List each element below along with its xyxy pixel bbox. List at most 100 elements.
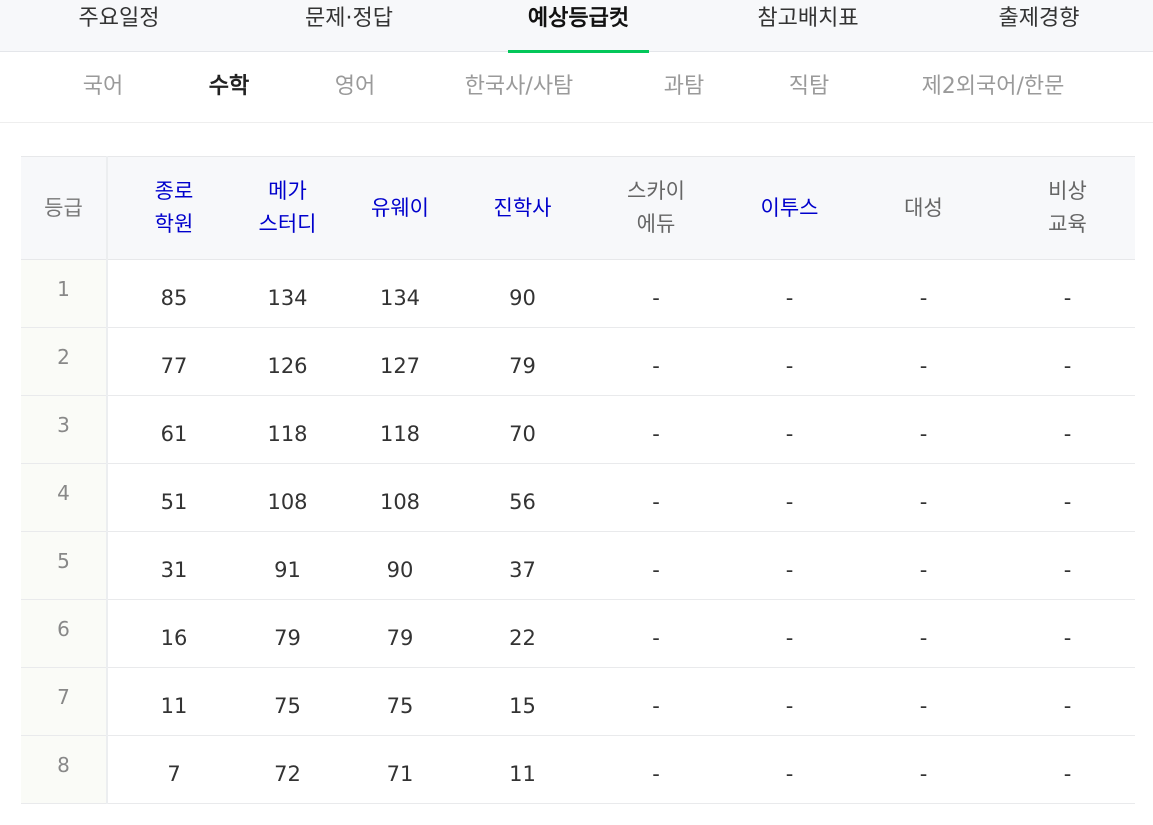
score-cell: - — [580, 259, 732, 328]
score-cell: - — [580, 735, 732, 804]
score-cell: - — [580, 667, 732, 736]
table-row: 4 51 108 108 56 - - - - — [21, 463, 1135, 532]
subject-tab-korean[interactable]: 국어 — [62, 52, 144, 122]
score-cell: 134 — [240, 259, 335, 328]
score-cell: 11 — [465, 735, 580, 804]
score-cell: - — [1000, 395, 1135, 464]
score-cell: - — [847, 259, 1000, 328]
score-cell: 79 — [240, 599, 335, 668]
score-cell: - — [847, 463, 1000, 532]
score-cell: 7 — [107, 735, 240, 804]
tab-schedule[interactable]: 주요일정 — [60, 0, 178, 52]
subject-tab-history-social[interactable]: 한국사/사탐 — [440, 52, 598, 122]
grade-cell: 8 — [21, 735, 108, 804]
grade-cell: 6 — [21, 599, 108, 668]
score-cell: 31 — [107, 531, 240, 600]
tab-exam-trends[interactable]: 출제경향 — [980, 0, 1098, 52]
provider-header-jongro[interactable]: 종로 학원 — [107, 156, 240, 260]
score-cell: - — [1000, 259, 1135, 328]
score-cell: 127 — [335, 327, 465, 396]
grade-cell: 2 — [21, 327, 108, 396]
score-cell: 85 — [107, 259, 240, 328]
score-cell: - — [580, 463, 732, 532]
score-cell: 118 — [240, 395, 335, 464]
score-cell: - — [580, 395, 732, 464]
score-cell: - — [732, 667, 847, 736]
table-row: 1 85 134 134 90 - - - - — [21, 259, 1135, 328]
grade-cut-table: 등급 종로 학원 메가 스터디 유웨이 진학사 스카이 에듀 이투스 대성 비상… — [21, 156, 1135, 804]
subject-tab-english[interactable]: 영어 — [314, 52, 396, 122]
grade-cell: 5 — [21, 531, 108, 600]
score-cell: 51 — [107, 463, 240, 532]
provider-header-visang: 비상 교육 — [1000, 156, 1135, 260]
score-cell: - — [1000, 735, 1135, 804]
grade-column-header: 등급 — [21, 156, 108, 260]
grade-cell: 7 — [21, 667, 108, 736]
table-row: 2 77 126 127 79 - - - - — [21, 327, 1135, 396]
score-cell: - — [847, 327, 1000, 396]
score-cell: 71 — [335, 735, 465, 804]
score-cell: 11 — [107, 667, 240, 736]
header-row: 등급 종로 학원 메가 스터디 유웨이 진학사 스카이 에듀 이투스 대성 비상… — [21, 156, 1135, 260]
score-cell: 79 — [335, 599, 465, 668]
subject-nav: 국어 수학 영어 한국사/사탐 과탐 직탐 제2외국어/한문 — [0, 52, 1153, 123]
table-header: 등급 종로 학원 메가 스터디 유웨이 진학사 스카이 에듀 이투스 대성 비상… — [21, 156, 1135, 260]
score-cell: 118 — [335, 395, 465, 464]
provider-header-etoos[interactable]: 이투스 — [732, 156, 847, 260]
score-cell: 15 — [465, 667, 580, 736]
score-cell: - — [1000, 667, 1135, 736]
subject-tab-science[interactable]: 과탐 — [643, 52, 725, 122]
score-cell: 16 — [107, 599, 240, 668]
score-cell: 61 — [107, 395, 240, 464]
score-cell: 77 — [107, 327, 240, 396]
subject-tab-second-language[interactable]: 제2외국어/한문 — [895, 52, 1091, 122]
score-cell: 22 — [465, 599, 580, 668]
score-cell: 108 — [240, 463, 335, 532]
score-cell: - — [580, 327, 732, 396]
score-cell: 134 — [335, 259, 465, 328]
top-nav: 주요일정 문제·정답 예상등급컷 참고배치표 출제경향 — [0, 0, 1153, 53]
score-cell: - — [732, 599, 847, 668]
score-cell: 72 — [240, 735, 335, 804]
score-cell: - — [847, 735, 1000, 804]
score-cell: 108 — [335, 463, 465, 532]
table-row: 6 16 79 79 22 - - - - — [21, 599, 1135, 668]
grade-cell: 3 — [21, 395, 108, 464]
tab-reference-placement[interactable]: 참고배치표 — [738, 0, 878, 52]
score-cell: - — [580, 599, 732, 668]
provider-header-uway[interactable]: 유웨이 — [335, 156, 465, 260]
score-cell: - — [1000, 463, 1135, 532]
score-cell: 90 — [335, 531, 465, 600]
provider-header-jinhak[interactable]: 진학사 — [465, 156, 580, 260]
provider-header-skyedu: 스카이 에듀 — [580, 156, 732, 260]
score-cell: - — [847, 599, 1000, 668]
score-cell: 75 — [335, 667, 465, 736]
score-cell: - — [732, 327, 847, 396]
grade-cell: 1 — [21, 259, 108, 328]
provider-header-daesung: 대성 — [847, 156, 1000, 260]
score-cell: - — [847, 667, 1000, 736]
score-cell: 70 — [465, 395, 580, 464]
table-row: 3 61 118 118 70 - - - - — [21, 395, 1135, 464]
score-cell: 79 — [465, 327, 580, 396]
tab-questions-answers[interactable]: 문제·정답 — [285, 0, 413, 52]
table-row: 8 7 72 71 11 - - - - — [21, 735, 1135, 804]
tab-expected-grade-cut[interactable]: 예상등급컷 — [508, 0, 649, 53]
score-cell: - — [1000, 327, 1135, 396]
score-cell: - — [732, 531, 847, 600]
subject-tab-math[interactable]: 수학 — [188, 52, 270, 122]
score-cell: - — [580, 531, 732, 600]
subject-tab-vocational[interactable]: 직탐 — [768, 52, 850, 122]
table-row: 5 31 91 90 37 - - - - — [21, 531, 1135, 600]
score-cell: - — [732, 259, 847, 328]
score-cell: - — [847, 531, 1000, 600]
score-cell: 75 — [240, 667, 335, 736]
provider-header-megastudy[interactable]: 메가 스터디 — [240, 156, 335, 260]
score-cell: - — [732, 395, 847, 464]
score-cell: - — [732, 735, 847, 804]
score-cell: 90 — [465, 259, 580, 328]
score-cell: 91 — [240, 531, 335, 600]
table-body: 1 85 134 134 90 - - - - 2 77 126 127 79 … — [21, 259, 1135, 804]
score-cell: 37 — [465, 531, 580, 600]
score-cell: - — [732, 463, 847, 532]
